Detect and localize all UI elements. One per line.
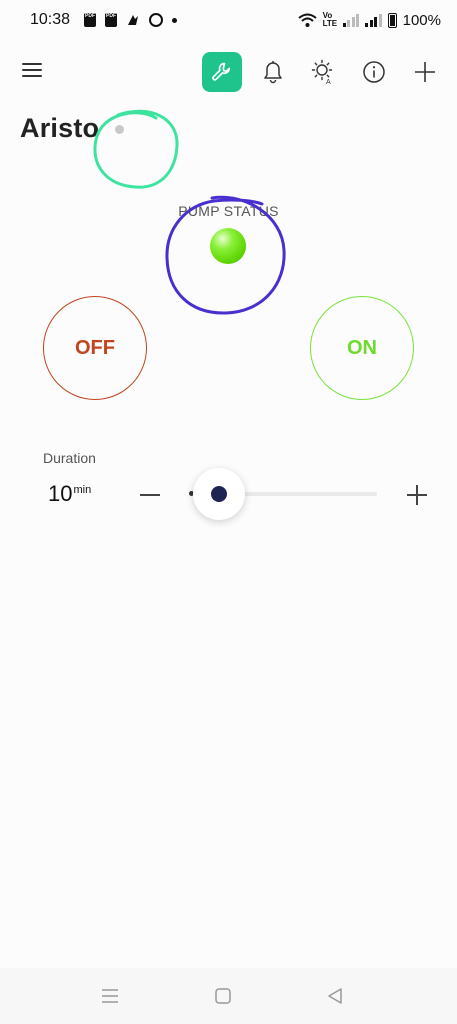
home-button[interactable]	[212, 985, 234, 1007]
duration-increase-button[interactable]	[406, 484, 428, 506]
info-button[interactable]	[354, 52, 394, 92]
status-time: 10:38	[30, 11, 71, 28]
add-button[interactable]	[405, 52, 445, 92]
settings-wrench-button[interactable]	[202, 52, 242, 92]
pump-status-label: PUMP STATUS	[178, 203, 279, 219]
pdf-notification-icon: PDF	[84, 13, 97, 27]
signal-strength-icon	[365, 13, 382, 27]
notification-icons: PDF PDF	[84, 13, 178, 27]
home-icon	[215, 988, 231, 1004]
volte-icon: Vo LTE	[322, 11, 338, 28]
notifications-button[interactable]	[253, 52, 293, 92]
more-notifications-icon	[172, 17, 178, 23]
brightness-auto-button[interactable]: A	[303, 52, 343, 92]
bell-icon	[264, 61, 282, 84]
duration-unit: min	[73, 483, 92, 496]
system-status-icons: Vo LTE 100%	[297, 11, 441, 29]
battery-percentage: 100%	[402, 11, 441, 29]
recent-apps-icon	[102, 989, 118, 1003]
app-notification-icon	[128, 15, 139, 25]
pump-off-label: OFF	[75, 336, 115, 359]
duration-label: Duration	[43, 450, 96, 466]
battery-icon	[387, 12, 397, 28]
pump-on-button[interactable]: ON	[310, 296, 414, 400]
wifi-icon	[297, 13, 317, 27]
info-icon	[363, 61, 385, 83]
svg-text:A: A	[326, 79, 331, 85]
duration-value: 10min	[48, 481, 91, 507]
green-annotation-circle	[93, 109, 179, 189]
signal-strength-icon	[342, 13, 360, 27]
system-navigation-bar	[0, 968, 457, 1024]
duration-number: 10	[48, 481, 73, 506]
wrench-icon	[212, 62, 231, 81]
duration-slider-thumb[interactable]	[193, 468, 245, 520]
duration-decrease-button[interactable]	[139, 484, 161, 506]
brightness-auto-icon: A	[311, 59, 333, 85]
hamburger-menu-icon[interactable]	[22, 63, 42, 79]
sync-notification-icon	[149, 13, 164, 27]
pump-off-button[interactable]: OFF	[43, 296, 147, 400]
pump-status-indicator	[210, 228, 246, 264]
status-bar: 10:38 PDF PDF Vo LTE 100%	[0, 0, 457, 40]
connection-status-dot	[115, 125, 124, 134]
top-toolbar: A	[0, 50, 457, 94]
pdf-notification-icon: PDF	[105, 13, 118, 27]
back-button[interactable]	[324, 985, 346, 1007]
page-title: Aristo	[20, 113, 100, 143]
pump-on-label: ON	[347, 336, 377, 359]
recent-apps-button[interactable]	[99, 985, 121, 1007]
back-icon	[328, 988, 342, 1004]
plus-icon	[415, 62, 435, 82]
